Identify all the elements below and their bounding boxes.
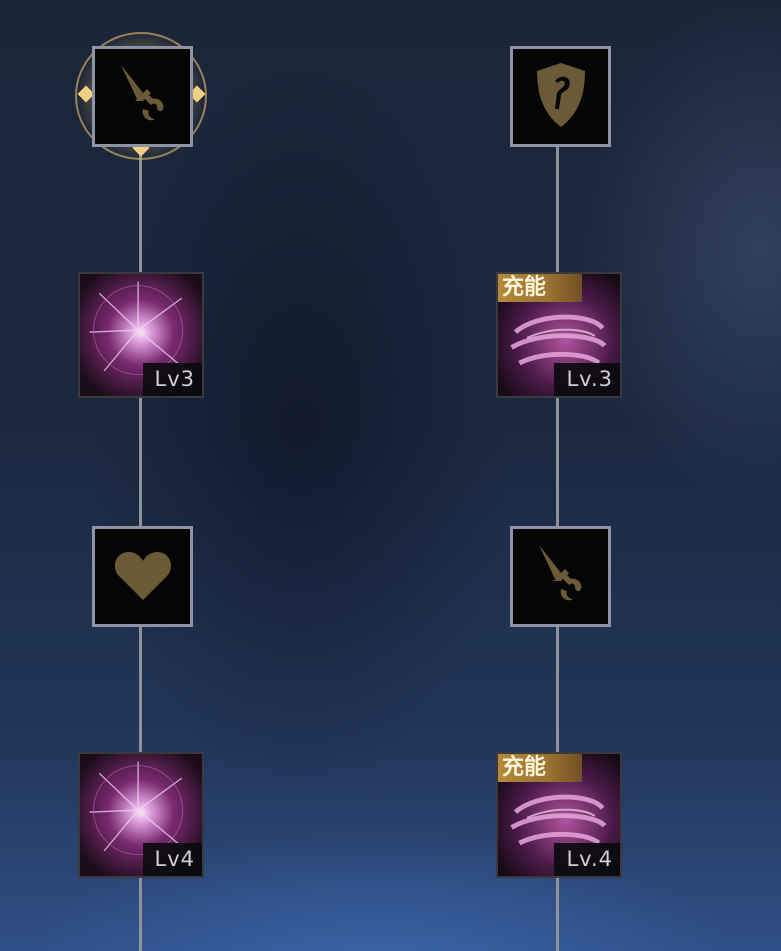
skill-level-badge: Lv.3 — [554, 363, 620, 396]
skill-level-badge: Lv4 — [142, 843, 202, 876]
left-node-3-heart[interactable] — [92, 526, 193, 627]
right-node-2-skill[interactable]: 充能 Lv.3 — [496, 272, 622, 398]
right-node-3-sword[interactable] — [510, 526, 611, 627]
skill-level-badge: Lv.4 — [554, 843, 620, 876]
sword-icon — [525, 539, 597, 615]
skill-level-badge: Lv3 — [142, 363, 202, 396]
left-node-2-skill[interactable]: Lv3 — [78, 272, 204, 398]
sword-icon — [107, 59, 179, 135]
charge-tag: 充能 — [498, 754, 582, 782]
right-node-1-shield[interactable] — [510, 46, 611, 147]
heart-icon — [113, 548, 173, 606]
right-node-4-skill[interactable]: 充能 Lv.4 — [496, 752, 622, 878]
charge-tag: 充能 — [498, 274, 582, 302]
shield-icon — [531, 61, 591, 133]
left-node-4-skill[interactable]: Lv4 — [78, 752, 204, 878]
left-node-1-sword[interactable] — [92, 46, 193, 147]
